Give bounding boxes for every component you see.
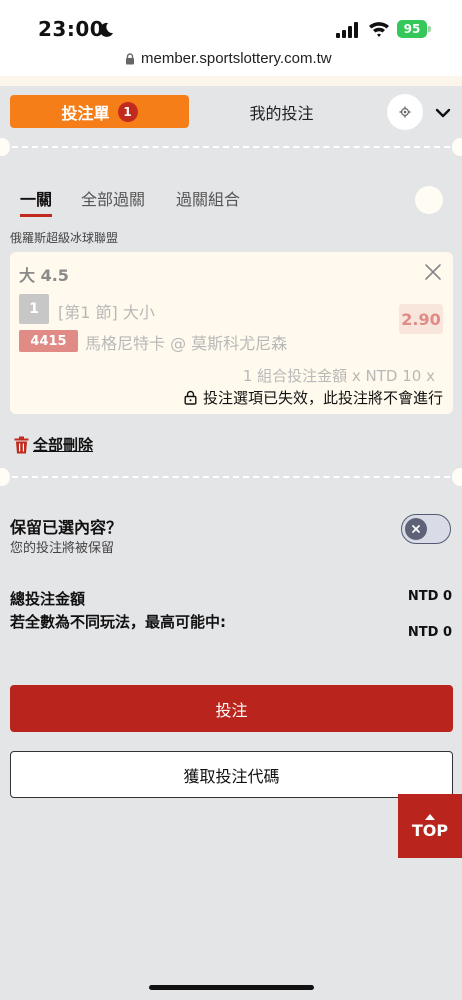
x-icon — [412, 525, 420, 533]
cellular-signal-icon — [336, 22, 358, 38]
market-period: [第1 節] 大小 — [58, 303, 155, 322]
home-indicator — [149, 985, 314, 990]
match-code-badge: 4415 — [19, 330, 78, 352]
active-tab-indicator — [20, 214, 52, 217]
battery-icon: 95 — [397, 20, 431, 38]
wifi-icon — [369, 22, 389, 37]
settings-button[interactable] — [387, 94, 423, 130]
status-bar: 23:00 95 — [0, 0, 462, 44]
bet-type-tabs: 一關 全部過關 過關組合 — [0, 182, 462, 222]
back-to-top-label: TOP — [411, 820, 449, 840]
period-badge: 1 — [19, 294, 49, 324]
match-teams: 馬格尼特卡 @ 莫斯科尤尼森 — [85, 334, 288, 353]
keep-selections-title: 保留已選內容？ — [10, 518, 123, 537]
tab-my-bets[interactable]: 我的投注 — [190, 95, 373, 128]
max-win-value: NTD 0 — [407, 625, 452, 640]
battery-level: 95 — [397, 20, 427, 38]
toggle-knob — [405, 518, 427, 540]
tab-single[interactable]: 一關 — [20, 186, 52, 210]
gear-icon — [399, 106, 411, 118]
keep-selections-subtitle: 您的投注將被保留 — [10, 541, 115, 556]
status-time: 23:00 — [38, 17, 105, 41]
lock-icon — [126, 53, 134, 65]
ticket-divider — [0, 138, 462, 156]
league-name: 俄羅斯超級冰球聯盟 — [10, 231, 119, 245]
chevron-down-icon — [435, 108, 451, 118]
tab-all-parlay[interactable]: 全部過關 — [81, 186, 145, 210]
invalid-notice-text: 投注選項已失效，此投注將不會進行 — [202, 389, 443, 407]
keep-selections-toggle[interactable] — [401, 514, 451, 544]
max-win-label: 若全數為不同玩法，最高可能中: — [10, 613, 227, 631]
combo-summary: 1 組合投注金額 x NTD 10 x — [242, 367, 435, 385]
back-to-top-button[interactable]: TOP — [398, 794, 462, 858]
betslip-header: 投注單 1 我的投注 — [0, 86, 462, 142]
place-bet-button[interactable]: 投注 — [10, 685, 453, 732]
delete-all-label: 全部刪除 — [33, 436, 94, 454]
selection-title: 大 4.5 — [19, 266, 69, 285]
get-bet-code-button[interactable]: 獲取投注代碼 — [10, 751, 453, 798]
tab-betslip-label: 投注單 — [61, 103, 110, 123]
moon-icon — [99, 22, 113, 37]
ticket-divider — [0, 468, 462, 486]
tab-parlay-combo[interactable]: 過關組合 — [176, 186, 240, 210]
betslip-count-badge: 1 — [117, 101, 138, 122]
lock-icon — [184, 390, 197, 405]
delete-all-button[interactable]: 全部刪除 — [14, 434, 93, 455]
url-text: member.sportslottery.com.tw — [141, 50, 332, 67]
bet-selection-card: 大 4.5 1 [第1 節] 大小 2.90 4415 馬格尼特卡 @ 莫斯科尤… — [10, 252, 453, 414]
total-stake-value: NTD 0 — [407, 589, 452, 604]
odds-value: 2.90 — [399, 304, 443, 334]
close-icon[interactable] — [423, 262, 443, 282]
collapse-button[interactable] — [432, 102, 454, 124]
page-top-strip — [0, 76, 462, 86]
invalid-notice: 投注選項已失效，此投注將不會進行 — [184, 387, 443, 408]
option-toggle[interactable] — [415, 186, 443, 214]
trash-icon — [14, 436, 29, 453]
total-stake-label: 總投注金額 — [10, 590, 86, 608]
tab-betslip[interactable]: 投注單 1 — [10, 95, 189, 128]
caret-up-icon — [425, 813, 435, 820]
browser-url-bar[interactable]: member.sportslottery.com.tw — [0, 44, 462, 76]
